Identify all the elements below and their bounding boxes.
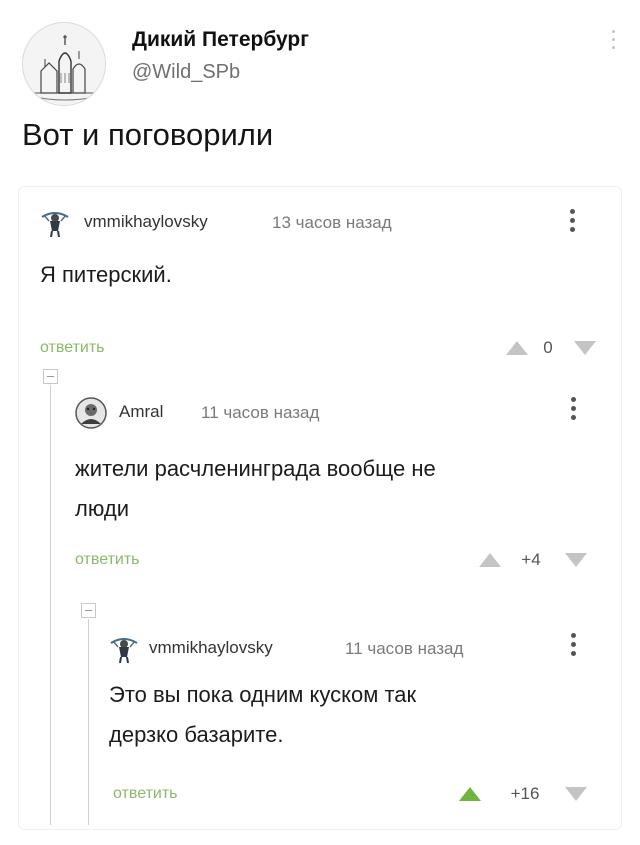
comment-text-line: люди	[75, 496, 129, 521]
tweet-header: Дикий Петербург @Wild_SPb	[20, 18, 620, 108]
reply-link[interactable]: ответить	[40, 339, 105, 357]
comment-time: 13 часов назад	[272, 213, 392, 232]
comment-text-line: Это вы пока одним куском так	[109, 682, 417, 707]
portrait-avatar[interactable]	[75, 397, 107, 429]
comment-3: vmmikhaylovsky 11 часов назад Это вы пок…	[109, 633, 609, 803]
collapse-minus-icon[interactable]	[43, 369, 58, 384]
comments-screenshot: vmmikhaylovsky 13 часов назад Я питерски…	[18, 186, 622, 830]
comment-text-line: дерзко базарите.	[109, 722, 284, 747]
cathedral-sketch-avatar[interactable]	[22, 22, 106, 106]
vertical-dots-icon[interactable]	[568, 209, 576, 237]
tweet-text: Вот и поговорили	[22, 117, 274, 152]
comment-score: +4	[521, 550, 541, 569]
reply-link[interactable]: ответить	[113, 785, 178, 803]
tweet-author-handle[interactable]: @Wild_SPb	[132, 61, 240, 84]
comment-author[interactable]: Amral	[119, 402, 163, 422]
vertical-dots-icon[interactable]	[569, 633, 577, 661]
comment-time: 11 часов назад	[345, 639, 464, 658]
comment-time: 11 часов назад	[201, 403, 320, 422]
thread-line	[50, 385, 51, 825]
triangle-down-icon[interactable]	[565, 787, 587, 801]
comment-score: 0	[543, 338, 553, 357]
reply-link[interactable]: ответить	[75, 551, 140, 569]
comment-text-line: жители расчленинграда вообще не	[75, 456, 436, 481]
vertical-dots-icon[interactable]	[569, 397, 577, 425]
comment-text: жители расчленинграда вообще не люди	[75, 449, 436, 529]
comment-score: +16	[510, 784, 540, 803]
triangle-down-icon[interactable]	[574, 341, 596, 355]
comment-author[interactable]: vmmikhaylovsky	[149, 638, 273, 658]
figure-avatar[interactable]	[109, 633, 139, 664]
triangle-up-icon[interactable]	[479, 553, 501, 567]
triangle-down-icon[interactable]	[565, 553, 587, 567]
comment-2: Amral 11 часов назад жители расчленингра…	[75, 397, 609, 569]
comment-text: Я питерский.	[40, 262, 172, 287]
triangle-up-icon[interactable]	[459, 787, 481, 801]
tweet-author-name[interactable]: Дикий Петербург	[132, 28, 309, 52]
comment-text: Это вы пока одним куском так дерзко база…	[109, 675, 416, 755]
more-options-icon[interactable]	[608, 30, 618, 56]
comment-author[interactable]: vmmikhaylovsky	[84, 212, 208, 232]
figure-avatar[interactable]	[40, 207, 70, 238]
collapse-minus-icon[interactable]	[81, 603, 96, 618]
comment-1: vmmikhaylovsky 13 часов назад Я питерски…	[40, 207, 608, 357]
triangle-up-icon[interactable]	[506, 341, 528, 355]
thread-line	[88, 619, 89, 825]
